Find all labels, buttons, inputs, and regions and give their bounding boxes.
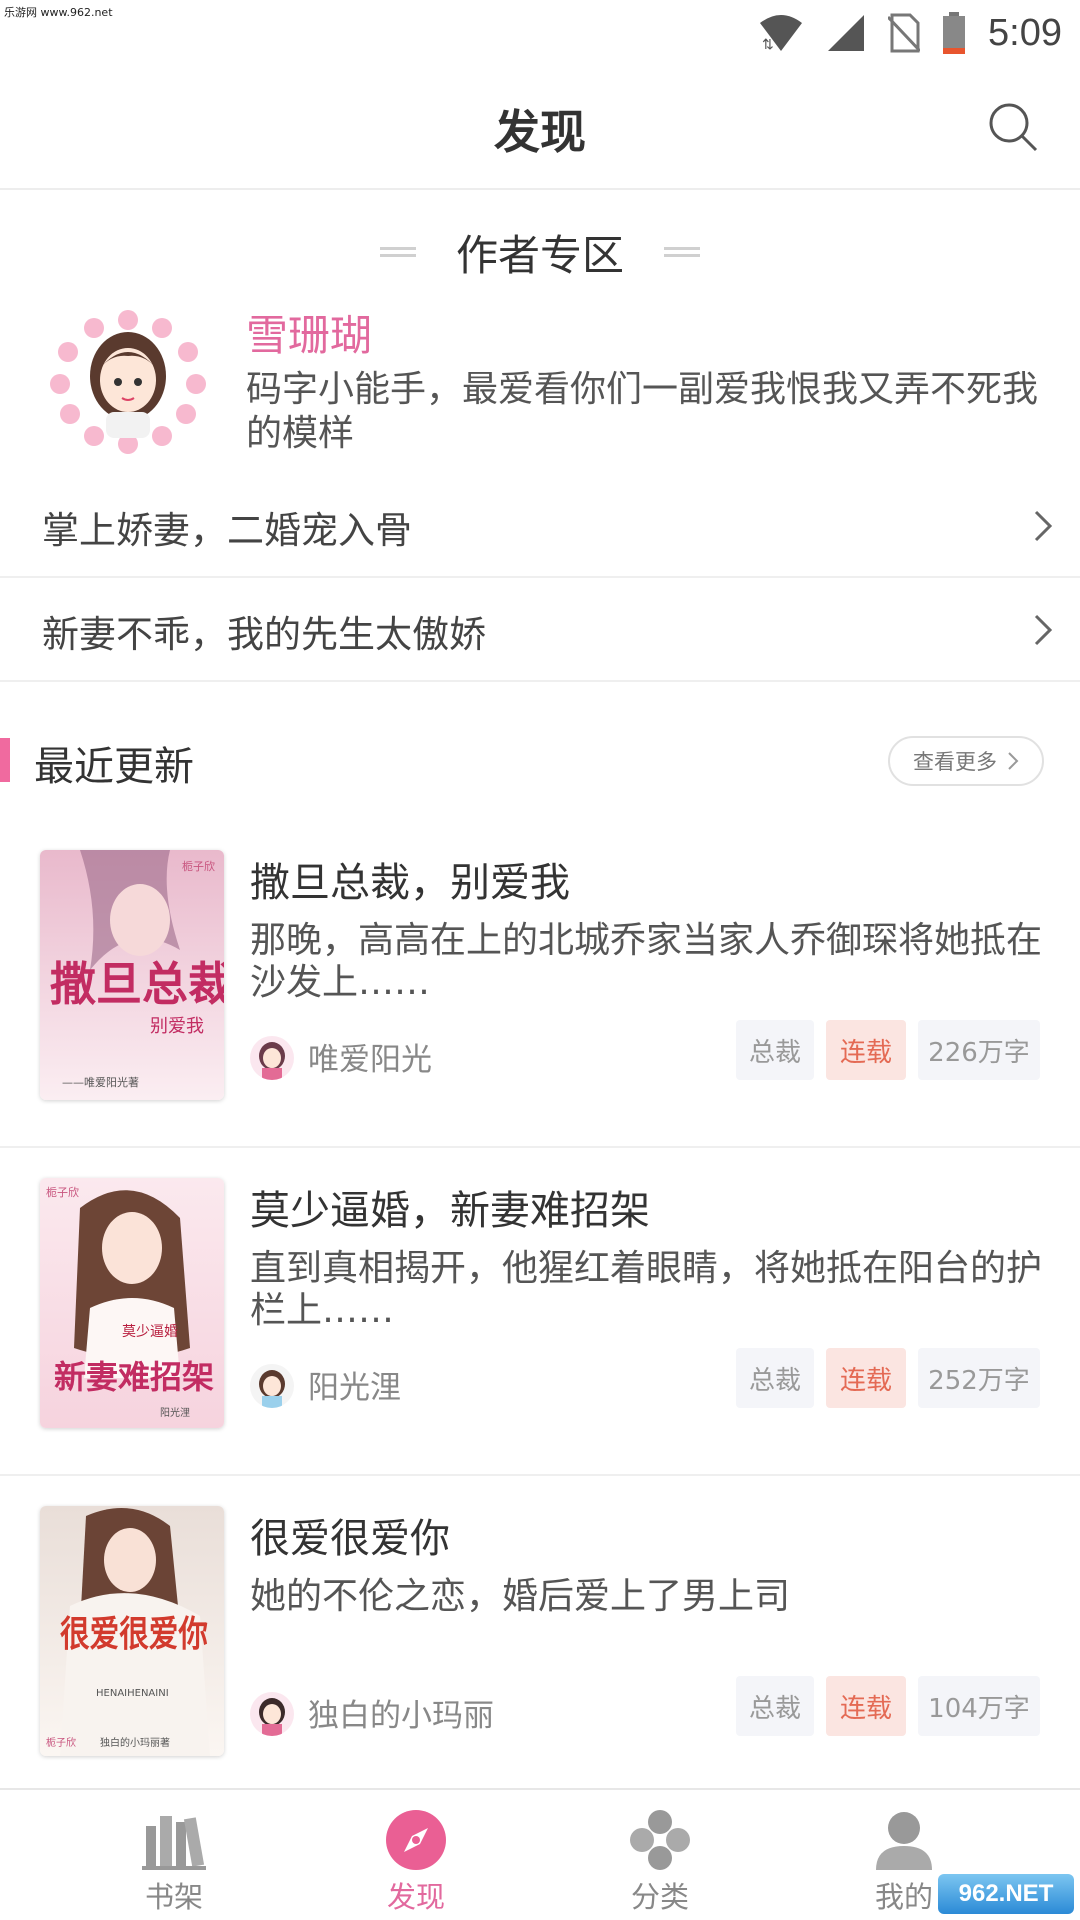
cover-subtitle: 莫少逼婚 — [122, 1324, 178, 1340]
divider — [664, 247, 700, 257]
book-list-item[interactable]: 栀子欣 撒旦总裁 别爱我 ——唯爱阳光著 撒旦总裁，别爱我 那晚，高高在上的北城… — [0, 820, 1080, 1148]
view-more-label: 查看更多 — [913, 750, 997, 774]
word-count-tag: 104万字 — [918, 1676, 1040, 1736]
search-button[interactable] — [984, 98, 1044, 158]
nav-item-bookshelf[interactable]: 书架 — [74, 1790, 274, 1920]
book-author: 阳光浬 — [308, 1370, 401, 1406]
nav-item-discover[interactable]: 发现 — [316, 1790, 516, 1920]
compass-icon — [386, 1810, 446, 1870]
book-list-item[interactable]: 栀子欣 莫少逼婚 新妻难招架 阳光浬 莫少逼婚，新妻难招架 直到真相揭开，他猩红… — [0, 1148, 1080, 1476]
status-tag: 连载 — [826, 1348, 906, 1408]
author-book-title: 掌上娇妻，二婚宠入骨 — [42, 509, 412, 552]
nav-label: 分类 — [630, 1880, 689, 1914]
cover-title: 新妻难招架 — [54, 1358, 214, 1396]
status-tag: 连载 — [826, 1676, 906, 1736]
author-name[interactable]: 雪珊瑚 — [246, 302, 372, 363]
status-tag: 连载 — [826, 1020, 906, 1080]
cover-publisher-logo: 栀子欣 — [46, 1736, 76, 1749]
book-list-item[interactable]: 很爱很爱你 HENAIHENAINI 栀子欣 独白的小玛丽著 很爱很爱你 她的不… — [0, 1476, 1080, 1804]
cover-publisher-logo: 栀子欣 — [182, 859, 215, 873]
section-accent-bar — [0, 738, 10, 782]
genre-tag: 总裁 — [736, 1020, 814, 1080]
book-cover: 栀子欣 莫少逼婚 新妻难招架 阳光浬 — [40, 1178, 224, 1428]
word-count-tag: 252万字 — [918, 1348, 1040, 1408]
app-header: 发现 — [0, 66, 1080, 190]
cover-title: 很爱很爱你 — [60, 1613, 208, 1655]
wifi-icon: ⇅ — [760, 15, 803, 52]
nav-item-category[interactable]: 分类 — [560, 1790, 760, 1920]
word-count-tag: 226万字 — [918, 1020, 1040, 1080]
author-book-item[interactable]: 掌上娇妻，二婚宠入骨 — [0, 474, 1080, 578]
cover-author: ——唯爱阳光著 — [62, 1075, 139, 1089]
status-icons: ⇅ 5:09 — [758, 8, 1062, 58]
clock: 5:09 — [988, 11, 1062, 54]
search-icon — [989, 103, 1038, 152]
profile-icon — [876, 1812, 932, 1870]
status-bar: 乐游网 www.962.net ⇅ 5:09 — [0, 0, 1080, 66]
watermark-logo: 962.NET — [938, 1874, 1074, 1914]
view-more-button[interactable]: 查看更多 — [888, 736, 1044, 786]
genre-tag: 总裁 — [736, 1348, 814, 1408]
book-title: 莫少逼婚，新妻难招架 — [250, 1188, 650, 1234]
nav-label: 发现 — [386, 1880, 445, 1914]
category-icon — [630, 1810, 690, 1870]
cover-subtitle: 别爱我 — [150, 1016, 204, 1037]
author-book-title: 新妻不乖，我的先生太傲娇 — [42, 613, 486, 656]
cover-publisher-logo: 栀子欣 — [46, 1185, 79, 1199]
book-author: 唯爱阳光 — [308, 1042, 432, 1078]
chevron-right-icon — [1034, 510, 1053, 542]
book-description: 那晚，高高在上的北城乔家当家人乔御琛将她抵在沙发上…… — [250, 920, 1043, 1003]
chevron-right-icon — [1034, 614, 1053, 646]
cover-title: 撒旦总裁 — [50, 957, 224, 1011]
book-cover: 栀子欣 撒旦总裁 别爱我 ——唯爱阳光著 — [40, 850, 224, 1100]
recent-updates-title: 最近更新 — [34, 744, 194, 790]
book-cover: 很爱很爱你 HENAIHENAINI 栀子欣 独白的小玛丽著 — [40, 1506, 224, 1756]
battery-icon — [943, 12, 966, 54]
book-author: 独白的小玛丽 — [308, 1698, 494, 1734]
page-title: 发现 — [494, 105, 586, 159]
author-avatar — [250, 1364, 294, 1408]
author-section-heading: 作者专区 — [0, 222, 1080, 282]
genre-tag: 总裁 — [736, 1676, 814, 1736]
section-title: 作者专区 — [455, 230, 624, 280]
chevron-right-icon — [1008, 752, 1019, 770]
book-title: 很爱很爱你 — [250, 1516, 450, 1562]
book-description: 直到真相揭开，他猩红着眼睛，将她抵在阳台的护栏上…… — [250, 1248, 1043, 1331]
cover-author: 独白的小玛丽著 — [100, 1736, 170, 1749]
bottom-navigation: 书架 发现 分类 我的 — [0, 1788, 1080, 1920]
author-avatar — [250, 1036, 294, 1080]
no-sim-icon — [888, 13, 921, 53]
nav-label: 书架 — [144, 1880, 203, 1914]
divider — [379, 247, 416, 257]
author-avatar — [250, 1692, 294, 1736]
author-description: 码字小能手，最爱看你们一副爱我恨我又弄不死我的模样 — [246, 369, 1039, 454]
author-avatar[interactable] — [44, 306, 212, 456]
cover-subtitle: HENAIHENAINI — [96, 1688, 169, 1699]
book-description: 她的不伦之恋，婚后爱上了男上司 — [250, 1576, 791, 1617]
book-title: 撒旦总裁，别爱我 — [250, 860, 570, 906]
svg-text:⇅: ⇅ — [762, 36, 774, 52]
author-book-item[interactable]: 新妻不乖，我的先生太傲娇 — [0, 578, 1080, 682]
bookshelf-icon — [142, 1816, 206, 1870]
cover-author: 阳光浬 — [160, 1406, 190, 1419]
watermark-text: 乐游网 www.962.net — [4, 6, 113, 19]
signal-icon — [828, 15, 865, 51]
